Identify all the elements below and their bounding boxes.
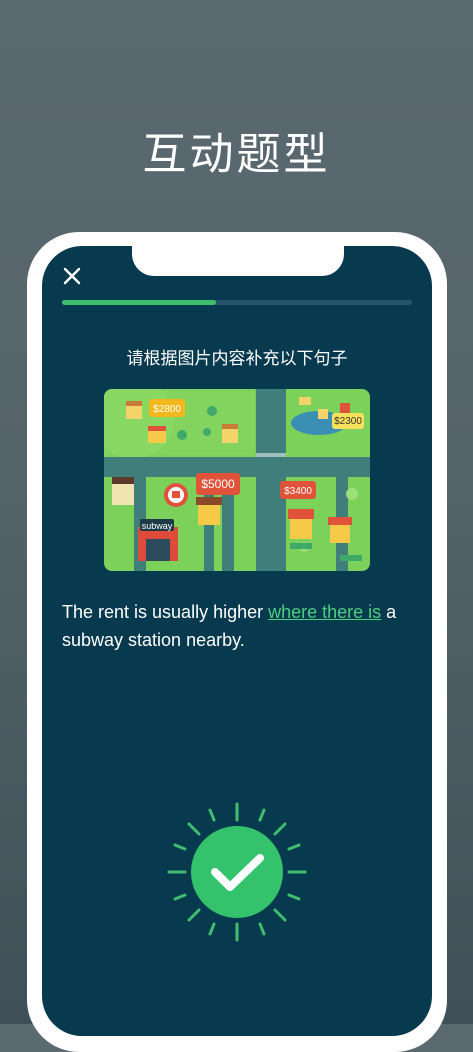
subway-station-sign: subway xyxy=(142,521,173,531)
promo-headline: 互动题型 xyxy=(142,129,331,180)
fill-blank-sentence: The rent is usually higher where there i… xyxy=(62,598,422,654)
price-label-2800: $2800 xyxy=(153,404,181,415)
price-label-5000: $5000 xyxy=(201,477,235,491)
app-screen: 请根据图片内容补充以下句子 $2800 $2300 subway $5000 $… xyxy=(42,246,432,1036)
answer-blank[interactable]: where there is xyxy=(268,602,381,622)
city-map-illustration: $2800 $2300 subway $5000 $3400 xyxy=(104,389,370,571)
close-icon xyxy=(63,267,81,285)
phone-notch xyxy=(132,246,344,276)
progress-bar-fill xyxy=(62,300,216,305)
correct-answer-indicator xyxy=(167,802,307,942)
price-label-3400: $3400 xyxy=(284,486,312,497)
sentence-before: The rent is usually higher xyxy=(62,602,269,622)
price-label-2300: $2300 xyxy=(334,416,362,427)
check-circle-icon xyxy=(167,802,307,942)
progress-bar xyxy=(62,300,412,305)
question-instruction: 请根据图片内容补充以下句子 xyxy=(126,349,348,369)
close-button[interactable] xyxy=(60,264,84,288)
